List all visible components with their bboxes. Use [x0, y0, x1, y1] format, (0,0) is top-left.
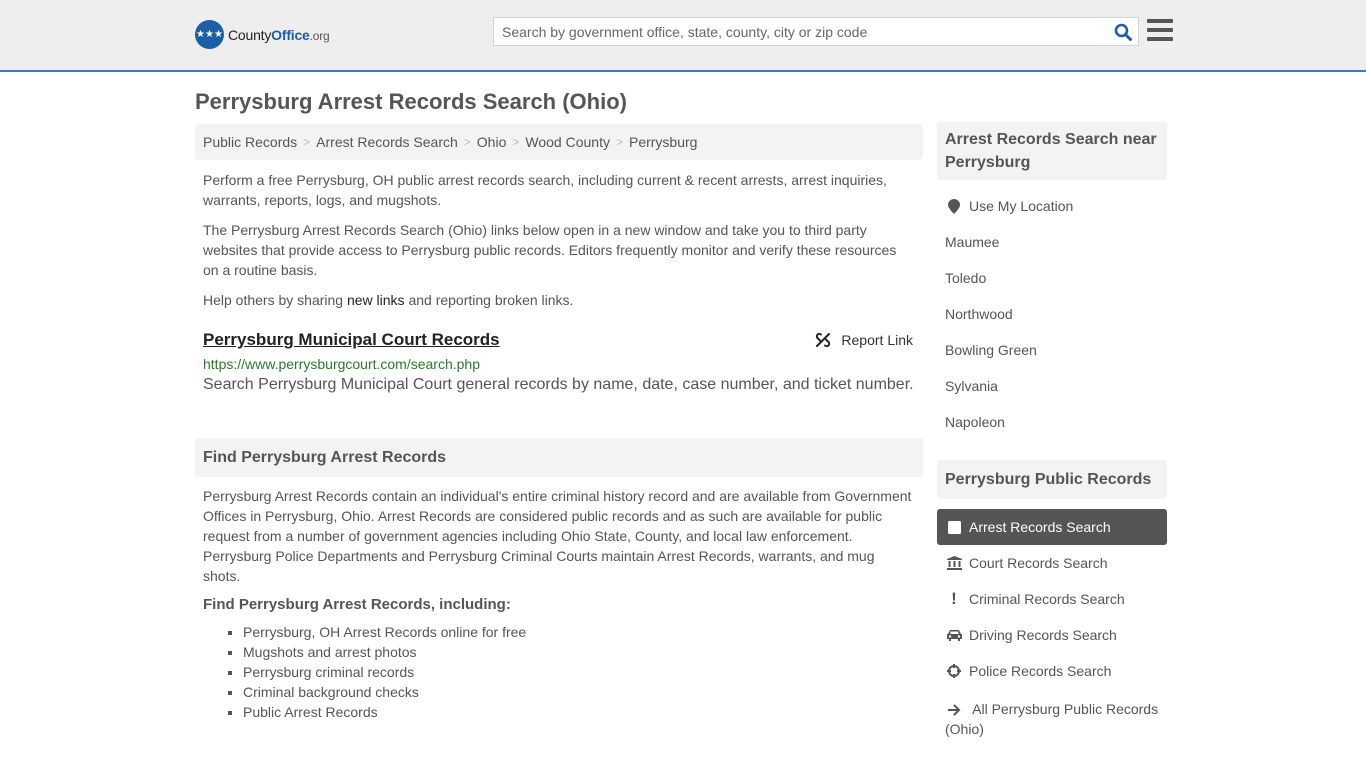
breadcrumb-ohio[interactable]: Ohio: [477, 134, 507, 150]
public-records-list: Arrest Records Search Court Records Sear…: [937, 509, 1167, 739]
hamburger-menu-icon[interactable]: [1147, 19, 1173, 41]
new-links-link[interactable]: new links: [347, 292, 405, 308]
find-section-paragraph: Perrysburg Arrest Records contain an ind…: [203, 488, 912, 584]
list-item: Perrysburg, OH Arrest Records online for…: [243, 622, 923, 642]
nearby-city-item: Toledo: [945, 260, 1159, 296]
square-icon: [945, 520, 963, 534]
public-records-heading: Perrysburg Public Records: [937, 460, 1167, 499]
breadcrumb-wood-county[interactable]: Wood County: [525, 134, 610, 150]
logo-text: CountyOffice.org: [228, 26, 330, 43]
public-records-item-criminal[interactable]: ! Criminal Records Search: [937, 581, 1167, 617]
search-icon: [1114, 23, 1132, 41]
nearby-city-link[interactable]: Napoleon: [945, 414, 1005, 430]
public-records-item-all[interactable]: All Perrysburg Public Records (Ohio): [937, 689, 1167, 739]
page-title: Perrysburg Arrest Records Search (Ohio): [195, 89, 627, 114]
intro-paragraph: The Perrysburg Arrest Records Search (Oh…: [203, 222, 897, 278]
nearby-city-link[interactable]: Northwood: [945, 306, 1013, 322]
nearby-city-link[interactable]: Bowling Green: [945, 342, 1037, 358]
nearby-list: Use My Location Maumee Toledo Northwood …: [937, 188, 1167, 440]
nearby-city-link[interactable]: Maumee: [945, 234, 999, 250]
sidebar: Arrest Records Search near Perrysburg Us…: [937, 122, 1167, 739]
result-description: Search Perrysburg Municipal Court genera…: [203, 376, 914, 393]
result-url: https://www.perrysburgcourt.com/search.p…: [203, 356, 481, 372]
all-public-records-link[interactable]: All Perrysburg Public Records (Ohio): [945, 701, 1158, 737]
breadcrumb-separator: >: [463, 135, 471, 149]
nearby-city-link[interactable]: Sylvania: [945, 378, 998, 394]
arrow-right-icon: [945, 704, 963, 717]
nearby-city-item: Maumee: [945, 224, 1159, 260]
report-link-button[interactable]: Report Link: [815, 332, 913, 348]
public-records-item-police[interactable]: Police Records Search: [937, 653, 1167, 689]
public-records-item-court[interactable]: Court Records Search: [937, 545, 1167, 581]
arrest-records-search-link[interactable]: Arrest Records Search: [969, 519, 1111, 535]
main-content: Public Records > Arrest Records Search >…: [195, 124, 923, 722]
breadcrumb-separator: >: [512, 135, 520, 149]
police-records-search-link[interactable]: Police Records Search: [969, 663, 1111, 679]
public-records-item-driving[interactable]: Driving Records Search: [937, 617, 1167, 653]
broken-link-icon: [816, 332, 831, 348]
map-marker-icon: [945, 198, 963, 214]
breadcrumb-perrysburg[interactable]: Perrysburg: [629, 134, 697, 150]
breadcrumb-separator: >: [303, 135, 311, 149]
court-records-search-link[interactable]: Court Records Search: [969, 555, 1108, 571]
breadcrumb-separator: >: [615, 135, 623, 149]
result-title-link[interactable]: Perrysburg Municipal Court Records: [203, 330, 500, 349]
exclamation-icon: !: [951, 589, 957, 608]
nearby-city-link[interactable]: Toledo: [945, 270, 986, 286]
eagle-logo-icon: ★★★: [195, 20, 224, 49]
breadcrumb-arrest-records-search[interactable]: Arrest Records Search: [316, 134, 458, 150]
search-button[interactable]: [1108, 18, 1138, 45]
driving-records-search-link[interactable]: Driving Records Search: [969, 627, 1117, 643]
intro-paragraph: Perform a free Perrysburg, OH public arr…: [203, 172, 887, 208]
find-section-list: Perrysburg, OH Arrest Records online for…: [195, 622, 923, 722]
list-item: Criminal background checks: [243, 682, 923, 702]
site-logo[interactable]: ★★★ CountyOffice.org: [195, 20, 330, 49]
public-records-item-arrest[interactable]: Arrest Records Search: [937, 509, 1167, 545]
find-section-heading: Find Perrysburg Arrest Records: [195, 438, 923, 477]
result-item: Perrysburg Municipal Court Records Repor…: [195, 330, 923, 394]
use-my-location-item: Use My Location: [945, 188, 1159, 224]
courthouse-icon: [945, 556, 963, 570]
intro: Perform a free Perrysburg, OH public arr…: [195, 170, 923, 310]
share-links-paragraph: Help others by sharing new links and rep…: [203, 292, 574, 308]
find-section-subheading: Find Perrysburg Arrest Records, includin…: [203, 596, 511, 613]
use-my-location-link[interactable]: Use My Location: [969, 198, 1073, 214]
nearby-city-item: Napoleon: [945, 404, 1159, 440]
criminal-records-search-link[interactable]: Criminal Records Search: [969, 591, 1125, 607]
nearby-heading: Arrest Records Search near Perrysburg: [937, 122, 1167, 180]
search-input[interactable]: [494, 18, 1108, 45]
list-item: Mugshots and arrest photos: [243, 642, 923, 662]
nearby-city-item: Northwood: [945, 296, 1159, 332]
crosshairs-icon: [945, 664, 963, 678]
breadcrumb: Public Records > Arrest Records Search >…: [195, 124, 923, 160]
breadcrumb-public-records[interactable]: Public Records: [203, 134, 297, 150]
nearby-city-item: Bowling Green: [945, 332, 1159, 368]
search-box: [493, 17, 1139, 46]
car-icon: [945, 629, 963, 641]
find-section-body: Perrysburg Arrest Records contain an ind…: [195, 486, 923, 722]
list-item: Perrysburg criminal records: [243, 662, 923, 682]
nearby-city-item: Sylvania: [945, 368, 1159, 404]
list-item: Public Arrest Records: [243, 702, 923, 722]
site-header: ★★★ CountyOffice.org: [0, 0, 1366, 72]
